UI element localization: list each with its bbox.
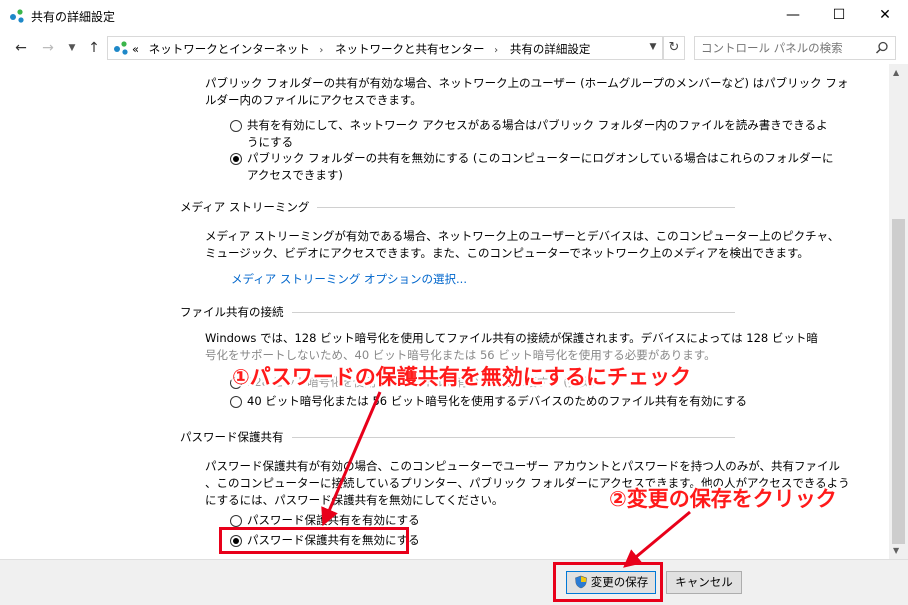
breadcrumb-separator[interactable]: › xyxy=(494,45,498,56)
up-button[interactable]: ↑ xyxy=(84,39,104,57)
public-folder-enable-option[interactable]: 共有を有効にして、ネットワーク アクセスがある場合はパブリック フォルダー内のフ… xyxy=(230,117,828,151)
public-folder-description: パブリック フォルダーの共有が有効な場合、ネットワーク上のユーザー (ホームグル… xyxy=(205,76,849,107)
public-folder-disable-option[interactable]: パブリック フォルダーの共有を無効にする (このコンピューターにログオンしている… xyxy=(230,150,834,184)
navigation-bar: ← → ▼ ↑ « ネットワークとインターネット › ネットワークと共有センター… xyxy=(0,32,908,64)
scrollbar-thumb[interactable] xyxy=(892,219,905,544)
file-sharing-title: ファイル共有の接続 xyxy=(180,304,292,320)
breadcrumb-network-internet[interactable]: ネットワークとインターネット xyxy=(149,42,310,56)
back-button[interactable]: ← xyxy=(11,39,31,57)
radio-button[interactable] xyxy=(230,396,242,408)
radio-button-checked[interactable] xyxy=(230,153,242,165)
media-streaming-title: メディア ストリーミング xyxy=(180,199,318,215)
scroll-up-arrow-icon[interactable]: ▲ xyxy=(893,68,899,77)
dialog-footer: 変更の保存 キャンセル xyxy=(0,559,908,605)
file-sharing-description: Windows では、128 ビット暗号化を使用してファイル共有の接続が保護され… xyxy=(205,331,818,362)
annotation-step1-text: ①パスワードの保護共有を無効にするにチェック xyxy=(232,365,691,389)
vertical-scrollbar[interactable]: ▲ ▼ xyxy=(889,64,908,559)
window-title: 共有の詳細設定 xyxy=(31,10,116,24)
breadcrumb-separator[interactable]: › xyxy=(319,45,323,56)
radio-button[interactable] xyxy=(230,120,242,132)
annotation-step2-text: ②変更の保存をクリック xyxy=(609,487,837,511)
recent-locations-button[interactable]: ▼ xyxy=(62,39,82,57)
annotation-highlight-disable-option xyxy=(219,527,409,554)
minimize-button[interactable]: — xyxy=(770,0,816,30)
annotation-highlight-save-button xyxy=(553,562,663,602)
file-sharing-40-56bit-option[interactable]: 40 ビット暗号化または 56 ビット暗号化を使用するデバイスのためのファイル共… xyxy=(230,393,747,410)
media-streaming-options-link[interactable]: メディア ストリーミング オプションの選択... xyxy=(231,271,467,287)
scroll-down-arrow-icon[interactable]: ▼ xyxy=(893,546,899,555)
search-box[interactable] xyxy=(694,36,896,60)
breadcrumb: « ネットワークとインターネット › ネットワークと共有センター › 共有の詳細… xyxy=(132,41,596,57)
close-button[interactable]: ✕ xyxy=(862,0,908,30)
network-icon xyxy=(114,41,128,55)
media-streaming-description: メディア ストリーミングが有効である場合、ネットワーク上のユーザーとデバイスは、… xyxy=(205,229,840,260)
address-bar[interactable]: « ネットワークとインターネット › ネットワークと共有センター › 共有の詳細… xyxy=(107,36,663,60)
forward-button[interactable]: → xyxy=(38,39,58,57)
breadcrumb-overflow[interactable]: « xyxy=(132,42,139,56)
address-dropdown-button[interactable]: ▼ xyxy=(643,36,663,60)
maximize-button[interactable]: ☐ xyxy=(816,0,862,30)
search-icon xyxy=(875,41,888,54)
refresh-button[interactable]: ↻ xyxy=(663,36,685,60)
cancel-button[interactable]: キャンセル xyxy=(666,571,742,594)
network-icon xyxy=(10,9,24,23)
breadcrumb-sharing-center[interactable]: ネットワークと共有センター xyxy=(335,42,485,56)
breadcrumb-advanced-sharing[interactable]: 共有の詳細設定 xyxy=(510,42,591,56)
search-input[interactable] xyxy=(701,40,861,56)
title-bar: 共有の詳細設定 — ☐ ✕ xyxy=(0,0,908,32)
password-sharing-title: パスワード保護共有 xyxy=(180,429,292,445)
radio-button[interactable] xyxy=(230,515,242,527)
